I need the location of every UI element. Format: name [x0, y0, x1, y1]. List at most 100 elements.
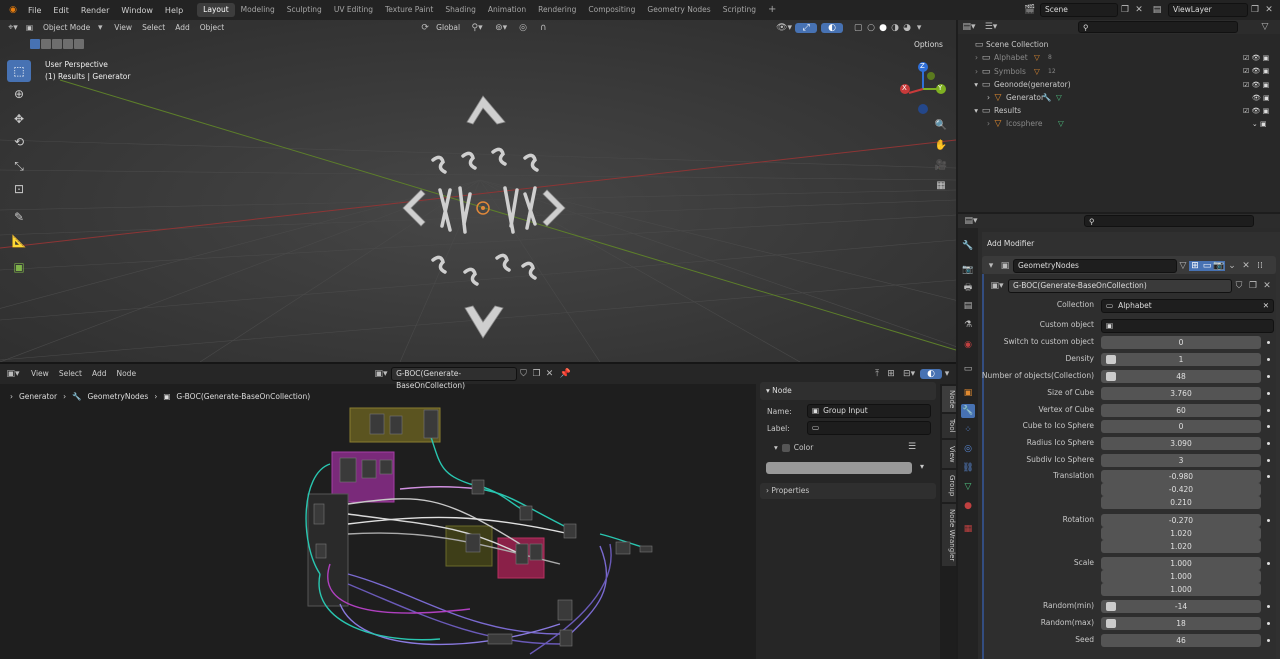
custom-object-field[interactable]: ▣ [1101, 319, 1274, 333]
field-value[interactable]: 18 [1101, 617, 1261, 630]
scene-field[interactable]: Scene [1040, 3, 1118, 17]
shading-wireframe-icon[interactable]: ○ [865, 23, 877, 33]
keyframe-dot-icon[interactable] [1267, 475, 1270, 478]
snap-icon[interactable]: ⊚▾ [489, 23, 513, 33]
generated-letter-objects[interactable] [385, 90, 585, 350]
keyframe-dot-icon[interactable] [1267, 409, 1270, 412]
field-value[interactable]: 46 [1101, 634, 1261, 647]
viewport-toggle-icon[interactable]: ▭ [1201, 261, 1213, 271]
tab-node[interactable]: Node [942, 386, 956, 412]
close-view-layer-icon[interactable]: ✕ [1262, 5, 1276, 15]
tab-geometry-nodes[interactable]: Geometry Nodes [641, 3, 716, 17]
modifier-tab-icon[interactable]: 🔧 [961, 404, 975, 418]
field-value[interactable]: 1.000 [1101, 583, 1261, 596]
collapse-icon[interactable]: ▾ [960, 106, 978, 115]
select-mode-buttons[interactable] [30, 39, 84, 49]
overlays-dropdown-icon[interactable]: ▾ [942, 369, 952, 379]
pin-icon[interactable]: 📌 [556, 369, 574, 379]
field-value[interactable]: 1.020 [1101, 527, 1261, 540]
tool-tab-icon[interactable]: 🔧 [961, 239, 975, 253]
constraints-tab-icon[interactable]: ⛓ [961, 461, 975, 475]
outliner-row-results[interactable]: ▾ ▭ Results [960, 104, 1280, 117]
keyframe-dot-icon[interactable] [1267, 375, 1270, 378]
falloff-icon[interactable]: ∩ [533, 23, 553, 33]
object-tab-icon[interactable]: ▣ [961, 386, 975, 400]
tab-layout[interactable]: Layout [197, 3, 235, 17]
visibility-toggles[interactable]: ☑ 👁 ▣ [1243, 105, 1280, 118]
view-layer-tab-icon[interactable]: ▤ [961, 299, 975, 313]
attribute-toggle-icon[interactable] [1106, 619, 1116, 628]
outliner-row-symbols[interactable]: › ▭ Symbols ▽ 12 [960, 65, 1280, 78]
blender-logo-icon[interactable]: ◉ [4, 5, 22, 15]
physics-tab-icon[interactable]: ◎ [961, 442, 975, 456]
copy-view-layer-icon[interactable]: ❐ [1248, 5, 1262, 15]
expand-icon[interactable]: › [960, 53, 978, 62]
add-modifier-button[interactable]: Add Modifier [982, 236, 1276, 252]
options-button[interactable]: Options [910, 39, 947, 50]
keyframe-dot-icon[interactable] [1267, 519, 1270, 522]
display-mode-icon[interactable]: ☰▾ [980, 22, 1002, 32]
collapse-icon[interactable]: ▾ [985, 261, 997, 271]
editor-type-node-icon[interactable]: ▣▾ [0, 369, 26, 379]
visibility-toggles[interactable]: ☑ 👁 ▣ [1243, 79, 1280, 92]
transform-orientation-dropdown[interactable]: Global [431, 21, 465, 35]
viewport-menu-add[interactable]: Add [170, 21, 195, 35]
zoom-icon[interactable]: 🔍 [930, 114, 952, 136]
scale-tool-icon[interactable]: ⤡ [7, 155, 31, 177]
keyframe-dot-icon[interactable] [1267, 341, 1270, 344]
keyframe-dot-icon[interactable] [1267, 639, 1270, 642]
outliner-row-generator[interactable]: › ▽ Generator 🔧 ▽ [960, 91, 1280, 104]
field-value[interactable]: 48 [1101, 370, 1261, 383]
overlay-toggle-icon[interactable]: ◐ [821, 23, 844, 33]
filter-icon[interactable]: ▽ [1258, 22, 1272, 32]
attribute-toggle-icon[interactable] [1106, 372, 1116, 381]
field-value[interactable]: 0 [1101, 420, 1261, 433]
viewport-menu-object[interactable]: Object [195, 21, 229, 35]
color-subpanel-header[interactable]: ▾ Color [774, 443, 813, 452]
tab-node-wrangler[interactable]: Node Wrangler [942, 504, 956, 566]
viewport-menu-view[interactable]: View [109, 21, 137, 35]
node-tree-field[interactable]: G-BOC(Generate-BaseOnCollection) [391, 367, 518, 390]
keyframe-dot-icon[interactable] [1267, 392, 1270, 395]
object-mode-dropdown[interactable]: Object Mode [38, 21, 95, 35]
snap-options-icon[interactable]: ⊟▾ [898, 369, 920, 379]
pivot-icon[interactable]: ⚲▾ [465, 23, 489, 33]
outliner-row-geonode-generator[interactable]: ▾ ▭ Geonode(generator) [960, 78, 1280, 91]
expand-icon[interactable]: › [960, 67, 978, 76]
drag-handle-icon[interactable]: ⁞⁞ [1253, 261, 1267, 271]
pan-hand-icon[interactable]: ✋ [930, 134, 952, 156]
expand-icon[interactable]: › [960, 119, 990, 128]
field-value[interactable]: 1.000 [1101, 570, 1261, 583]
menu-help[interactable]: Help [159, 6, 189, 15]
attribute-toggle-icon[interactable] [1106, 355, 1116, 364]
add-cube-tool-icon[interactable]: ▣ [7, 256, 31, 278]
field-value[interactable]: 1.000 [1101, 557, 1261, 570]
scene-icon[interactable]: 🎬 [1020, 5, 1040, 15]
collection-field[interactable]: ▭ Alphabet ✕ [1101, 299, 1274, 313]
modifier-wrench-icon[interactable]: 🔧 [1042, 93, 1056, 102]
transform-tool-icon[interactable]: ⊡ [7, 178, 31, 200]
data-tab-icon[interactable]: ▽ [961, 480, 975, 494]
move-tool-icon[interactable]: ✥ [7, 108, 31, 130]
visibility-toggles[interactable]: ☑ 👁 ▣ [1243, 65, 1280, 78]
field-value[interactable]: 1 [1101, 353, 1261, 366]
editor-type-3d-icon[interactable]: ⌖▾ [0, 23, 26, 33]
edit-mode-toggle-icon[interactable]: ▽ [1177, 261, 1189, 271]
tab-texture-paint[interactable]: Texture Paint [379, 3, 439, 17]
scene-tab-icon[interactable]: ⚗ [961, 318, 975, 332]
menu-edit[interactable]: Edit [47, 6, 75, 15]
parent-tree-icon[interactable]: ⤒ [870, 369, 884, 379]
unlink-group-icon[interactable]: ✕ [1260, 281, 1274, 291]
keyframe-dot-icon[interactable] [1267, 442, 1270, 445]
viewport-menu-select[interactable]: Select [137, 21, 170, 35]
particles-tab-icon[interactable]: ⁘ [961, 423, 975, 437]
world-tab-icon[interactable]: ◉ [961, 338, 975, 352]
tab-scripting[interactable]: Scripting [717, 3, 762, 17]
output-tab-icon[interactable]: 🖶 [961, 281, 975, 295]
navigation-gizmo[interactable]: Z Y X [895, 62, 955, 116]
view-layer-icon[interactable]: ▤ [1146, 5, 1168, 15]
copy-scene-icon[interactable]: ❐ [1118, 5, 1132, 15]
overlays-node-icon[interactable]: ◐ [920, 369, 943, 379]
field-value[interactable]: -14 [1101, 600, 1261, 613]
mesh-data-icon[interactable]: ▽ [1056, 93, 1062, 102]
